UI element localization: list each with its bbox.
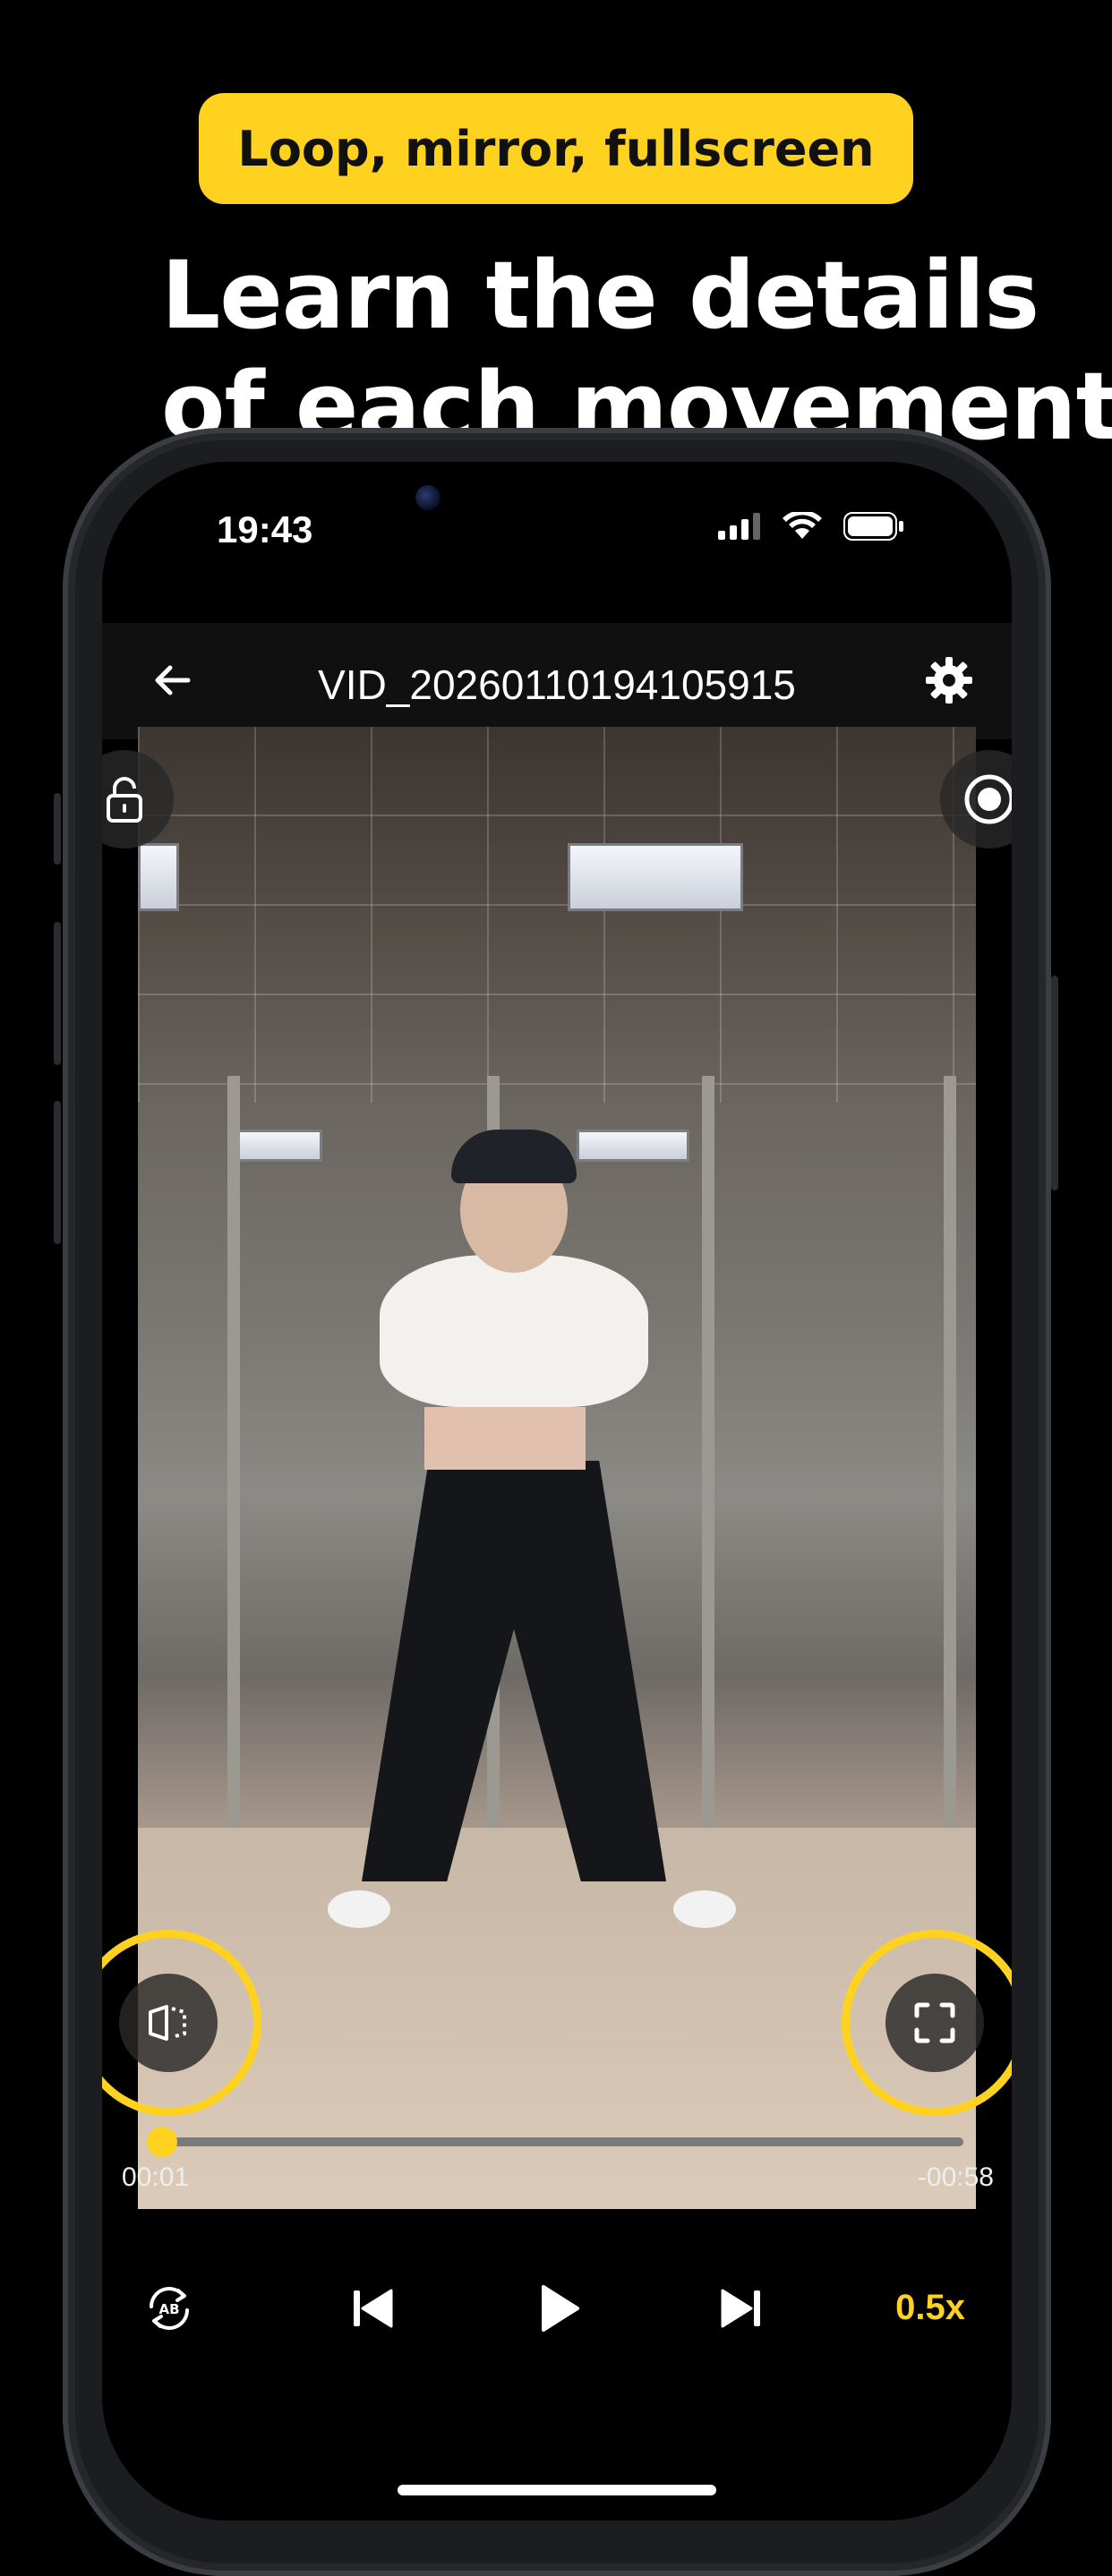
- dancer-pants: [362, 1461, 666, 1881]
- ceiling-light: [236, 1130, 322, 1162]
- mirror-button[interactable]: [119, 1974, 218, 2072]
- dancer-waist: [424, 1407, 586, 1470]
- play-icon: [542, 2285, 579, 2332]
- fullscreen-icon: [914, 2002, 955, 2043]
- dancer-shoe: [673, 1890, 736, 1928]
- video-title: VID_20260110194105915: [318, 661, 796, 708]
- record-icon: [964, 774, 1012, 824]
- skip-next-icon: [721, 2289, 760, 2328]
- wifi-icon: [783, 512, 822, 539]
- player-bottom-bar: AB 0.5x: [102, 2245, 1012, 2370]
- svg-text:AB: AB: [158, 2301, 179, 2317]
- phone-side-button: [54, 922, 61, 1065]
- dancer-shoe: [328, 1890, 390, 1928]
- phone-side-button: [1051, 976, 1058, 1190]
- phone-screen: 19:43 VID_20260110194105915 00:01 -00:58…: [102, 462, 1012, 2521]
- ceiling-light: [138, 843, 179, 911]
- dancer-cap: [451, 1130, 577, 1183]
- back-icon[interactable]: [149, 657, 195, 704]
- skip-previous-button[interactable]: [342, 2277, 405, 2340]
- status-time: 19:43: [217, 508, 313, 550]
- remaining-time: -00:58: [917, 2162, 994, 2192]
- front-camera: [415, 485, 441, 510]
- progress-track[interactable]: [147, 2127, 963, 2157]
- promo-badge: Loop, mirror, fullscreen: [199, 93, 913, 204]
- cellular-signal-icon: [718, 513, 760, 540]
- home-indicator: [398, 2485, 716, 2495]
- ceiling: [138, 727, 976, 1103]
- lock-icon: [107, 777, 142, 823]
- gear-icon[interactable]: [922, 653, 976, 707]
- player-top-bar: VID_20260110194105915: [102, 623, 1012, 739]
- skip-next-button[interactable]: [709, 2277, 772, 2340]
- ab-loop-icon: AB: [150, 2287, 189, 2330]
- playback-speed-button[interactable]: 0.5x: [895, 2288, 965, 2328]
- elapsed-time: 00:01: [122, 2162, 190, 2192]
- mirror-icon: [149, 2005, 186, 2041]
- play-button[interactable]: [526, 2277, 589, 2340]
- fullscreen-button[interactable]: [885, 1974, 984, 2072]
- status-icons: [718, 512, 904, 541]
- dancer-top: [380, 1255, 648, 1407]
- ceiling-light: [568, 843, 743, 911]
- phone-side-button: [54, 793, 61, 865]
- phone-side-button: [54, 1101, 61, 1244]
- headline-line-1: Learn the details: [161, 241, 1039, 350]
- battery-icon: [843, 512, 903, 541]
- ab-loop-button[interactable]: AB: [138, 2277, 201, 2340]
- skip-previous-icon: [354, 2289, 393, 2328]
- ceiling-light: [577, 1130, 689, 1162]
